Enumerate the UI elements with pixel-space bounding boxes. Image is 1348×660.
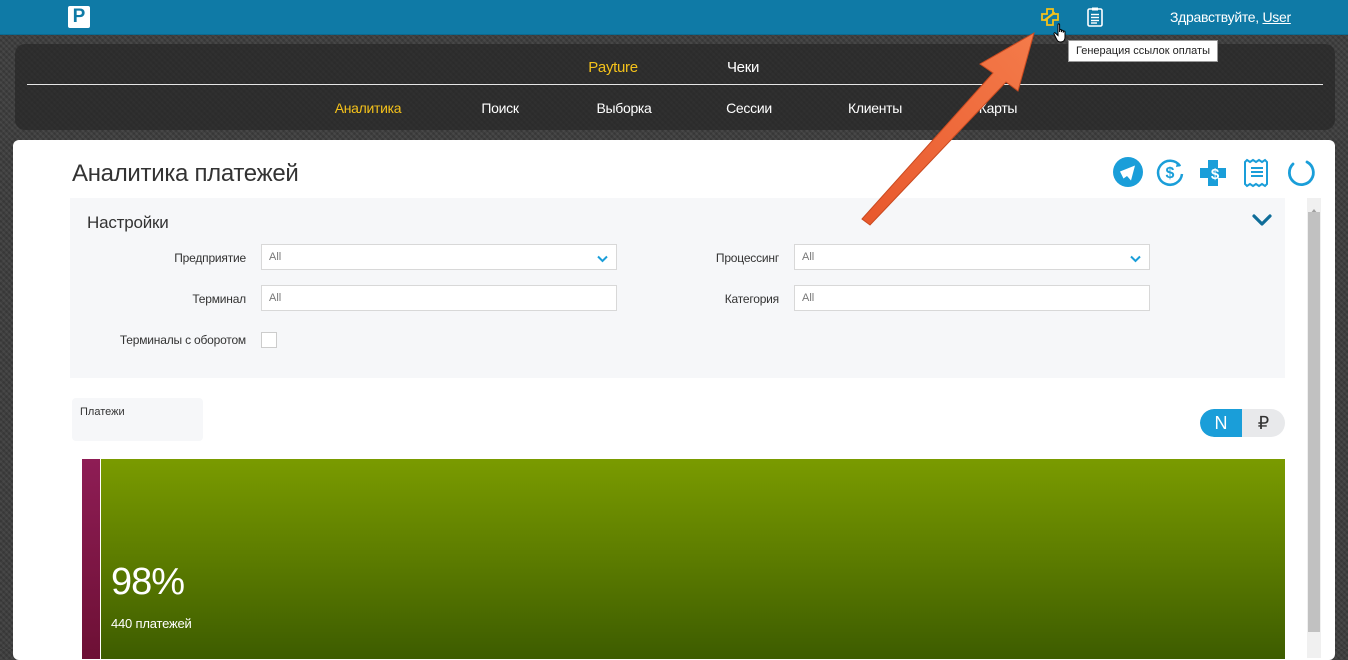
terminal-label: Терминал bbox=[192, 292, 246, 306]
category-label: Категория bbox=[724, 292, 780, 306]
page-title: Аналитика платежей bbox=[72, 160, 299, 187]
nav-item-cards[interactable]: Карты bbox=[979, 100, 1018, 116]
receipt-icon[interactable] bbox=[1241, 156, 1273, 188]
nav-item-selection[interactable]: Выборка bbox=[596, 100, 651, 116]
enterprise-label: Предприятие bbox=[174, 251, 246, 265]
processing-select[interactable]: All bbox=[794, 244, 1150, 270]
category-input[interactable]: All bbox=[794, 285, 1150, 311]
reload-icon[interactable] bbox=[1285, 156, 1317, 188]
chart-percent-label: 98% bbox=[111, 561, 185, 603]
telegram-icon[interactable] bbox=[1112, 156, 1144, 188]
payment-link-tooltip: Генерация ссылок оплаты bbox=[1068, 40, 1218, 62]
category-value: All bbox=[802, 292, 815, 304]
processing-label: Процессинг bbox=[715, 251, 779, 265]
collapse-chevron-icon[interactable] bbox=[1252, 214, 1272, 233]
payments-card: Платежи bbox=[72, 398, 203, 441]
main-content: Аналитика платежей $ $ Настройки Предпри… bbox=[13, 140, 1335, 660]
user-menu-link[interactable]: User bbox=[1262, 9, 1291, 25]
settings-panel: Настройки Предприятие All Процессинг All… bbox=[70, 198, 1285, 378]
chevron-down-icon bbox=[597, 254, 608, 266]
nav-divider bbox=[27, 84, 1323, 85]
payments-label: Платежи bbox=[80, 406, 125, 418]
greeting-text: Здравствуйте, bbox=[1170, 9, 1263, 25]
chart-count-label: 440 платежей bbox=[111, 616, 192, 631]
hand-cursor-icon bbox=[1053, 23, 1069, 50]
add-payment-icon[interactable]: $ bbox=[1198, 156, 1230, 188]
nav-tab-receipts[interactable]: Чеки bbox=[727, 59, 759, 76]
scrollbar-thumb[interactable] bbox=[1308, 212, 1320, 632]
toggle-sum-option[interactable]: ₽ bbox=[1242, 409, 1285, 437]
chart-bar-successful[interactable] bbox=[101, 459, 1285, 659]
toggle-count-option[interactable]: N bbox=[1200, 409, 1242, 437]
svg-text:$: $ bbox=[1211, 166, 1220, 183]
chevron-down-icon bbox=[1130, 254, 1141, 266]
terminal-value: All bbox=[269, 292, 282, 304]
receipt-list-icon[interactable] bbox=[1084, 6, 1106, 28]
payture-logo[interactable]: P bbox=[68, 6, 90, 28]
scrollbar[interactable] bbox=[1307, 198, 1321, 658]
dollar-refresh-icon[interactable]: $ bbox=[1154, 156, 1186, 188]
user-greeting: Здравствуйте, User bbox=[1170, 9, 1291, 25]
svg-text:$: $ bbox=[1166, 165, 1175, 182]
count-sum-toggle[interactable]: N ₽ bbox=[1200, 409, 1285, 437]
turnover-terminals-checkbox[interactable] bbox=[261, 332, 277, 348]
nav-item-search[interactable]: Поиск bbox=[481, 100, 519, 116]
payments-chart: 98% 440 платежей bbox=[72, 459, 1287, 659]
enterprise-value: All bbox=[269, 251, 282, 263]
enterprise-select[interactable]: All bbox=[261, 244, 617, 270]
nav-tab-payture[interactable]: Payture bbox=[588, 59, 638, 76]
settings-title: Настройки bbox=[87, 213, 169, 232]
turnover-terminals-label: Терминалы с оборотом bbox=[119, 333, 246, 347]
top-bar: P Здравствуйте, User bbox=[0, 0, 1348, 35]
nav-item-clients[interactable]: Клиенты bbox=[848, 100, 902, 116]
processing-value: All bbox=[802, 251, 815, 263]
nav-item-analytics[interactable]: Аналитика bbox=[335, 100, 402, 116]
terminal-input[interactable]: All bbox=[261, 285, 617, 311]
chart-bar-failed[interactable] bbox=[82, 459, 100, 659]
nav-item-sessions[interactable]: Сессии bbox=[726, 100, 772, 116]
